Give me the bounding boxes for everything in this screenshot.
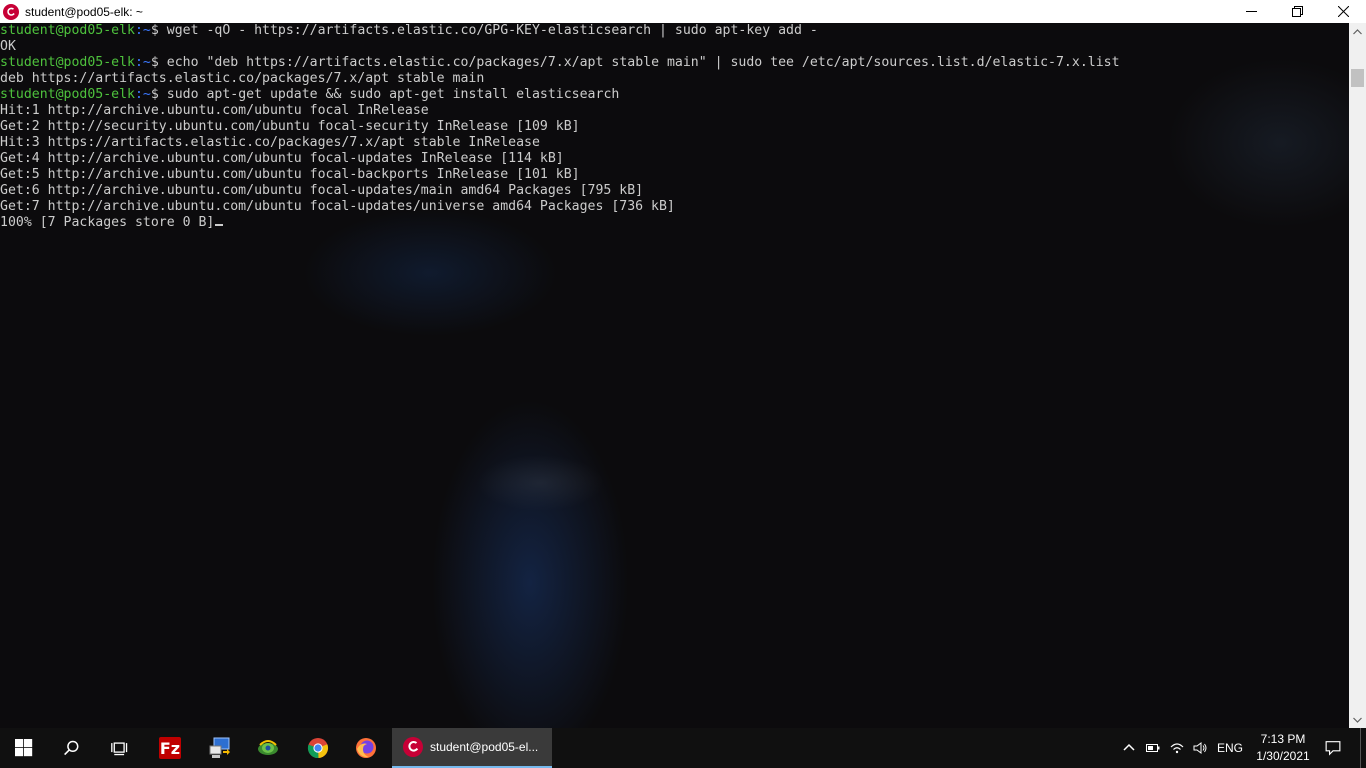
terminal-prompt-line: student@pod05-elk:~$ sudo apt-get update… bbox=[0, 87, 1120, 103]
restore-button[interactable] bbox=[1274, 0, 1320, 23]
output-text: Hit:1 http://archive.ubuntu.com/ubuntu f… bbox=[0, 103, 429, 118]
terminal-cursor bbox=[215, 224, 224, 226]
action-center-button[interactable] bbox=[1320, 728, 1346, 768]
debian-icon bbox=[3, 3, 19, 20]
svg-text:Fz: Fz bbox=[160, 739, 180, 758]
speaker-icon bbox=[1193, 742, 1207, 754]
terminal-output-line: Get:4 http://archive.ubuntu.com/ubuntu f… bbox=[0, 151, 1120, 167]
prompt-path: :~ bbox=[134, 55, 151, 70]
terminal-output-line: Get:2 http://security.ubuntu.com/ubuntu … bbox=[0, 119, 1120, 135]
terminal-output-line: deb https://artifacts.elastic.co/package… bbox=[0, 71, 1120, 87]
window-title: student@pod05-elk: ~ bbox=[25, 4, 143, 19]
filezilla-icon: Fz bbox=[159, 737, 181, 759]
taskbar-active-terminal[interactable]: student@pod05-el... bbox=[392, 728, 552, 768]
volume-button[interactable] bbox=[1189, 728, 1211, 768]
battery-icon bbox=[1146, 744, 1160, 752]
terminal-output-line: Get:6 http://archive.ubuntu.com/ubuntu f… bbox=[0, 183, 1120, 199]
task-view-button[interactable] bbox=[96, 728, 144, 768]
terminal-output-line: Hit:1 http://archive.ubuntu.com/ubuntu f… bbox=[0, 103, 1120, 119]
clock-time: 7:13 PM bbox=[1260, 732, 1306, 746]
system-clock[interactable]: 7:13 PM 1/30/2021 bbox=[1248, 731, 1318, 765]
chrome-icon bbox=[307, 738, 329, 759]
debian-icon bbox=[403, 737, 423, 757]
show-hidden-icons-button[interactable] bbox=[1118, 728, 1140, 768]
show-desktop-button[interactable] bbox=[1360, 728, 1366, 768]
prompt-user-host: student@pod05-elk bbox=[0, 55, 135, 70]
clock-date: 1/30/2021 bbox=[1256, 749, 1310, 763]
terminal-output-line: Get:5 http://archive.ubuntu.com/ubuntu f… bbox=[0, 167, 1120, 183]
terminal-output: student@pod05-elk:~$ wget -qO - https://… bbox=[0, 23, 1120, 231]
terminal-output-line: Hit:3 https://artifacts.elastic.co/packa… bbox=[0, 135, 1120, 151]
scroll-up-button[interactable] bbox=[1349, 23, 1366, 40]
remote-desktop-icon bbox=[209, 737, 230, 758]
search-icon bbox=[64, 740, 79, 756]
output-text: Get:4 http://archive.ubuntu.com/ubuntu f… bbox=[0, 151, 564, 166]
output-text: Get:5 http://archive.ubuntu.com/ubuntu f… bbox=[0, 167, 580, 182]
prompt-path: :~ bbox=[134, 23, 151, 38]
terminal-command: echo "deb https://artifacts.elastic.co/p… bbox=[166, 55, 1120, 70]
terminal-command: sudo apt-get update && sudo apt-get inst… bbox=[166, 87, 620, 102]
input-language: ENG bbox=[1216, 741, 1243, 755]
remote-desktop-app[interactable] bbox=[196, 728, 244, 768]
output-text: Get:2 http://security.ubuntu.com/ubuntu … bbox=[0, 119, 580, 134]
vertical-scrollbar[interactable] bbox=[1349, 23, 1366, 728]
output-text: 100% [7 Packages store 0 B] bbox=[0, 215, 215, 230]
minimize-button[interactable] bbox=[1228, 0, 1274, 23]
firefox-icon bbox=[356, 738, 376, 758]
taskbar: Fz student@pod05-el... ENG 7:13 PM 1/30/… bbox=[0, 728, 1366, 768]
terminal-prompt-line: student@pod05-elk:~$ echo "deb https://a… bbox=[0, 55, 1120, 71]
prompt-sigil: $ bbox=[150, 23, 167, 38]
chrome-app[interactable] bbox=[294, 728, 342, 768]
prompt-sigil: $ bbox=[150, 55, 167, 70]
close-icon bbox=[1337, 6, 1349, 17]
restore-icon bbox=[1291, 6, 1303, 17]
start-button[interactable] bbox=[0, 728, 48, 768]
network-button[interactable] bbox=[1166, 728, 1188, 768]
filezilla-app[interactable]: Fz bbox=[146, 728, 194, 768]
globe-network-icon bbox=[258, 740, 278, 755]
output-text: Get:7 http://archive.ubuntu.com/ubuntu f… bbox=[0, 199, 675, 214]
output-text: OK bbox=[0, 39, 16, 54]
chevron-down-icon bbox=[1353, 717, 1362, 723]
windows-logo-icon bbox=[15, 739, 33, 757]
close-button[interactable] bbox=[1320, 0, 1366, 23]
prompt-user-host: student@pod05-elk bbox=[0, 87, 135, 102]
search-button[interactable] bbox=[48, 728, 96, 768]
terminal-command: wget -qO - https://artifacts.elastic.co/… bbox=[166, 23, 818, 38]
notification-icon bbox=[1325, 741, 1341, 756]
chevron-up-icon bbox=[1353, 28, 1362, 34]
firefox-app[interactable] bbox=[342, 728, 390, 768]
output-text: Get:6 http://archive.ubuntu.com/ubuntu f… bbox=[0, 183, 644, 198]
window-titlebar[interactable]: student@pod05-elk: ~ bbox=[0, 0, 1366, 23]
task-view-icon bbox=[111, 742, 128, 756]
terminal-prompt-line: student@pod05-elk:~$ wget -qO - https://… bbox=[0, 23, 1120, 39]
terminal-output-line: 100% [7 Packages store 0 B] bbox=[0, 215, 1120, 231]
chevron-up-icon bbox=[1123, 743, 1135, 751]
network-app[interactable] bbox=[244, 728, 292, 768]
terminal-output-line: Get:7 http://archive.ubuntu.com/ubuntu f… bbox=[0, 199, 1120, 215]
terminal-viewport[interactable]: student@pod05-elk:~$ wget -qO - https://… bbox=[0, 23, 1349, 728]
scroll-down-button[interactable] bbox=[1349, 711, 1366, 728]
prompt-sigil: $ bbox=[150, 87, 167, 102]
prompt-user-host: student@pod05-elk bbox=[0, 23, 135, 38]
output-text: Hit:3 https://artifacts.elastic.co/packa… bbox=[0, 135, 540, 150]
prompt-path: :~ bbox=[134, 87, 151, 102]
input-language-button[interactable]: ENG bbox=[1213, 728, 1247, 768]
battery-button[interactable] bbox=[1142, 728, 1164, 768]
scroll-thumb[interactable] bbox=[1351, 69, 1364, 87]
taskbar-active-label: student@pod05-el... bbox=[430, 740, 539, 754]
minimize-icon bbox=[1245, 11, 1257, 12]
wifi-icon bbox=[1170, 743, 1184, 754]
output-text: deb https://artifacts.elastic.co/package… bbox=[0, 71, 485, 86]
terminal-output-line: OK bbox=[0, 39, 1120, 55]
